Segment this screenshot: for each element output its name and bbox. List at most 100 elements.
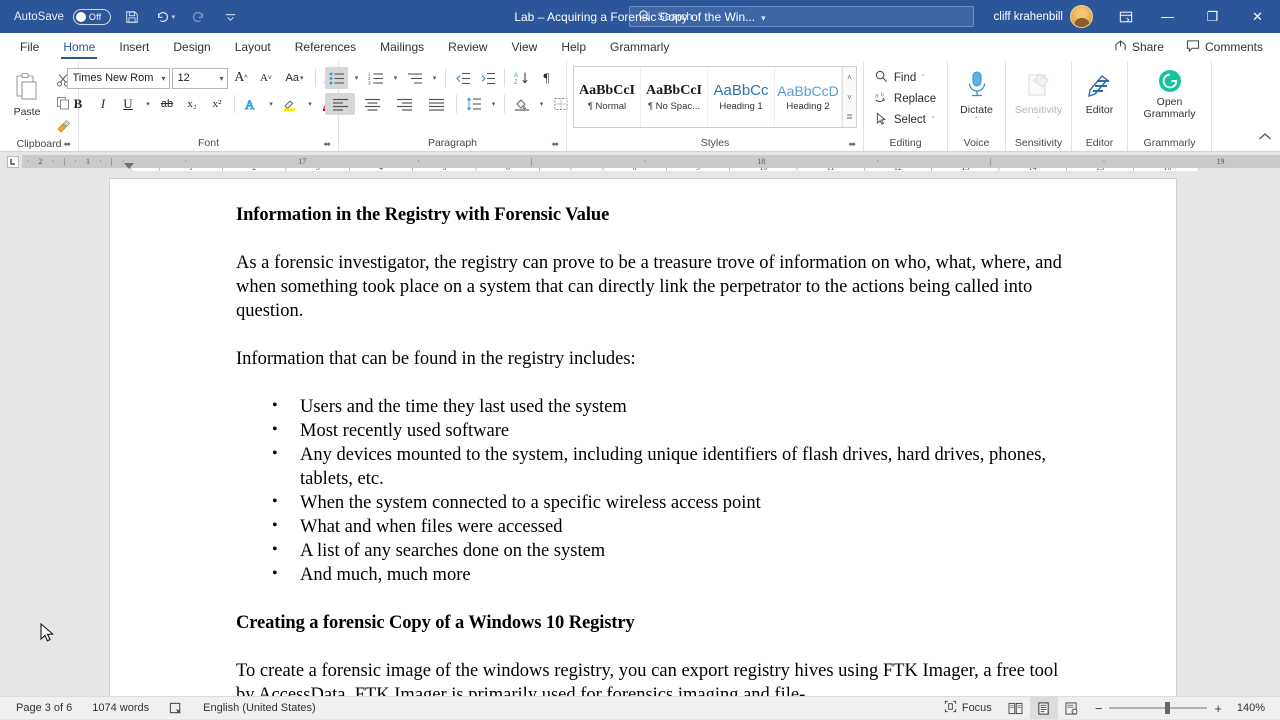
shading-caret[interactable]: ▾	[535, 93, 547, 115]
find-button[interactable]: Find ˇ	[870, 68, 941, 88]
font-name-caret[interactable]: ▾	[161, 74, 165, 83]
justify-icon[interactable]	[421, 93, 451, 115]
style-heading-2[interactable]: AaBbCcD Heading 2	[775, 67, 842, 127]
focus-mode-button[interactable]: Focus	[934, 697, 1002, 719]
increase-indent-icon[interactable]	[476, 67, 499, 89]
tab-grammarly[interactable]: Grammarly	[598, 33, 681, 61]
style-normal[interactable]: AaBbCcI ¶ Normal	[574, 67, 641, 127]
numbered-list-icon[interactable]: 123	[364, 67, 387, 89]
tab-mailings[interactable]: Mailings	[368, 33, 436, 61]
change-case-button[interactable]: Aa ▾	[280, 67, 310, 89]
highlight-caret[interactable]: ▾	[304, 93, 316, 115]
collapse-ribbon-chevron-icon[interactable]	[1258, 129, 1272, 147]
superscript-button[interactable]: x²	[206, 93, 229, 115]
minimize-button[interactable]: —	[1145, 0, 1190, 33]
tab-review[interactable]: Review	[436, 33, 499, 61]
numbered-list-caret[interactable]: ▾	[389, 67, 401, 89]
shrink-font-button[interactable]: A ˅	[255, 67, 278, 89]
text-highlight-icon[interactable]	[279, 93, 302, 115]
proofing-errors-icon[interactable]	[159, 697, 193, 719]
page-indicator[interactable]: Page 3 of 6	[6, 697, 82, 719]
bold-button[interactable]: B	[67, 93, 90, 115]
misspelled-word[interactable]: AccessData	[258, 685, 345, 696]
decrease-indent-icon[interactable]	[451, 67, 474, 89]
styles-dialog-launcher[interactable]: ⬌	[848, 139, 856, 150]
avatar[interactable]	[1070, 5, 1093, 28]
select-caret[interactable]: ˇ	[932, 117, 934, 124]
bullet-list-caret[interactable]: ▾	[350, 67, 362, 89]
share-button[interactable]: Share	[1105, 36, 1173, 58]
line-spacing-icon[interactable]	[462, 93, 485, 115]
multilevel-list-icon[interactable]	[403, 67, 426, 89]
subscript-button[interactable]: x₂	[181, 93, 204, 115]
web-layout-icon[interactable]: i	[1058, 697, 1086, 719]
tab-stop-selector[interactable]	[2, 152, 24, 171]
editor-button[interactable]: Editor	[1077, 64, 1123, 116]
style-no-spacing[interactable]: AaBbCcI ¶ No Spac...	[641, 67, 708, 127]
show-formatting-marks-icon[interactable]: ¶	[535, 67, 558, 89]
autosave-toggle[interactable]: Off	[72, 8, 111, 25]
select-button[interactable]: Select ˇ	[870, 110, 941, 130]
align-right-icon[interactable]	[389, 93, 419, 115]
replace-button[interactable]: ab Replace	[870, 89, 941, 109]
close-button[interactable]: ✕	[1235, 0, 1280, 33]
tab-help[interactable]: Help	[549, 33, 598, 61]
align-center-icon[interactable]	[357, 93, 387, 115]
grow-font-button[interactable]: A ^	[230, 67, 253, 89]
tab-references[interactable]: References	[283, 33, 368, 61]
text-effects-caret[interactable]: ▾	[265, 93, 277, 115]
tab-home[interactable]: Home	[51, 33, 107, 61]
shading-icon[interactable]	[510, 93, 533, 115]
restore-button[interactable]: ❐	[1190, 0, 1235, 33]
horizontal-ruler[interactable]: ·2·|·1·|· ·|· 1·|· 2·|· 3·|· 4·|· 5·|· 6…	[22, 154, 1280, 178]
underline-button[interactable]: U	[117, 93, 140, 115]
zoom-slider[interactable]	[1109, 702, 1208, 714]
strikethrough-button[interactable]: ab	[156, 93, 179, 115]
print-layout-icon[interactable]	[1029, 697, 1058, 719]
customize-quick-access-toolbar-icon[interactable]	[219, 5, 243, 29]
text-effects-icon[interactable]: A	[240, 93, 263, 115]
zoom-in-button[interactable]: +	[1214, 701, 1222, 716]
paste-button[interactable]: Paste ˇ	[4, 66, 50, 136]
styles-scroll-down-button[interactable]: ˅	[847, 88, 852, 107]
paragraph-dialog-launcher[interactable]: ⬌	[551, 139, 559, 150]
styles-more-button[interactable]: ≣	[846, 107, 853, 126]
bullet-list-icon[interactable]	[325, 67, 348, 89]
clipboard-dialog-launcher[interactable]: ⬌	[63, 139, 71, 150]
undo-icon[interactable]: ▾	[153, 5, 177, 29]
comments-button[interactable]: Comments	[1177, 36, 1272, 58]
save-icon[interactable]	[120, 5, 144, 29]
multilevel-list-caret[interactable]: ▾	[428, 67, 440, 89]
language-indicator[interactable]: English (United States)	[193, 697, 326, 719]
tab-layout[interactable]: Layout	[223, 33, 283, 61]
search-input[interactable]: Search	[628, 6, 974, 27]
right-indent-marker[interactable]	[124, 163, 134, 169]
styles-scroll-up-button[interactable]: ˄	[847, 68, 852, 87]
line-spacing-caret[interactable]: ▾	[487, 93, 499, 115]
read-mode-icon[interactable]	[1002, 697, 1030, 719]
sort-icon[interactable]: AZ	[510, 67, 533, 89]
font-dialog-launcher[interactable]: ⬌	[323, 139, 331, 150]
zoom-level[interactable]: 140%	[1229, 702, 1265, 714]
dictate-caret[interactable]: ˇ	[975, 116, 978, 125]
redo-icon[interactable]	[186, 5, 210, 29]
tab-view[interactable]: View	[500, 33, 550, 61]
tab-insert[interactable]: Insert	[107, 33, 161, 61]
word-count[interactable]: 1074 words	[82, 697, 159, 719]
dictate-button[interactable]: Dictate ˇ	[954, 64, 1000, 125]
document-body[interactable]: Information in the Registry with Forensi…	[110, 179, 1176, 696]
tab-design[interactable]: Design	[161, 33, 222, 61]
zoom-out-button[interactable]: −	[1095, 701, 1103, 716]
font-size-combo[interactable]: 12 ▾	[171, 67, 228, 89]
paste-caret[interactable]: ˇ	[26, 118, 29, 127]
underline-caret[interactable]: ▾	[142, 93, 154, 115]
find-caret[interactable]: ˇ	[922, 75, 924, 82]
account-name[interactable]: cliff krahenbill	[994, 11, 1063, 23]
tab-file[interactable]: File	[8, 33, 51, 61]
font-name-combo[interactable]: Times New Rom ▾	[66, 67, 170, 89]
zoom-slider-thumb[interactable]	[1165, 702, 1171, 714]
ribbon-display-options-icon[interactable]	[1107, 0, 1145, 33]
open-grammarly-button[interactable]: Open Grammarly	[1133, 64, 1207, 120]
italic-button[interactable]: I	[92, 93, 115, 115]
document-page[interactable]: Information in the Registry with Forensi…	[109, 178, 1177, 696]
